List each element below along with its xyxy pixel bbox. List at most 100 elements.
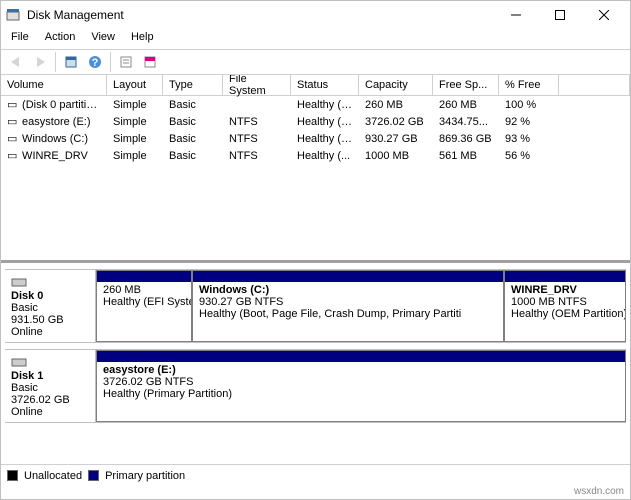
action-button[interactable] (139, 51, 161, 73)
menu-file[interactable]: File (3, 29, 37, 49)
cell: 3434.75... (433, 115, 499, 129)
graphical-view: Disk 0Basic931.50 GBOnline260 MBHealthy … (1, 260, 630, 460)
maximize-button[interactable] (538, 1, 582, 29)
cell: 869.36 GB (433, 132, 499, 146)
cell: 3726.02 GB (359, 115, 433, 129)
partition-status: Healthy (Boot, Page File, Crash Dump, Pr… (199, 308, 497, 320)
cell: 561 MB (433, 149, 499, 163)
cell: ▭ easystore (E:) (1, 114, 107, 129)
column-header[interactable]: File System (223, 75, 291, 95)
table-row[interactable]: ▭ WINRE_DRVSimpleBasicNTFSHealthy (...10… (1, 147, 630, 164)
column-header[interactable]: Status (291, 75, 359, 95)
forward-button[interactable] (29, 51, 51, 73)
close-button[interactable] (582, 1, 626, 29)
disk-row: Disk 0Basic931.50 GBOnline260 MBHealthy … (5, 269, 626, 343)
cell: 92 % (499, 115, 559, 129)
cell: Healthy (B... (291, 132, 359, 146)
swatch-primary (88, 470, 99, 481)
window-title: Disk Management (27, 8, 494, 22)
partition[interactable]: Windows (C:)930.27 GB NTFSHealthy (Boot,… (192, 270, 504, 342)
disk-header[interactable]: Disk 1Basic3726.02 GBOnline (5, 350, 96, 422)
disk-header[interactable]: Disk 0Basic931.50 GBOnline (5, 270, 96, 342)
cell: ▭ Windows (C:) (1, 131, 107, 146)
disk-type: Basic (11, 302, 89, 314)
disk-name: Disk 0 (11, 290, 89, 302)
menubar: File Action View Help (1, 29, 630, 49)
separator (55, 52, 56, 72)
help-button[interactable]: ? (84, 51, 106, 73)
cell: 260 MB (433, 98, 499, 112)
disk-size: 3726.02 GB (11, 394, 89, 406)
column-header[interactable]: % Free (499, 75, 559, 95)
svg-text:?: ? (92, 57, 99, 69)
disk-row: Disk 1Basic3726.02 GBOnlineeasystore (E:… (5, 349, 626, 423)
column-header[interactable]: Layout (107, 75, 163, 95)
partition-label: easystore (E:) (103, 364, 619, 376)
cell (223, 104, 291, 106)
partition[interactable]: 260 MBHealthy (EFI System (96, 270, 192, 342)
table-row[interactable]: ▭ (Disk 0 partition 1)SimpleBasicHealthy… (1, 96, 630, 113)
column-header[interactable]: Free Sp... (433, 75, 499, 95)
disk-size: 931.50 GB (11, 314, 89, 326)
cell: NTFS (223, 132, 291, 146)
column-header-spacer (559, 75, 630, 95)
menu-help[interactable]: Help (123, 29, 162, 49)
disk-state: Online (11, 326, 89, 338)
column-header[interactable]: Capacity (359, 75, 433, 95)
table-header: VolumeLayoutTypeFile SystemStatusCapacit… (1, 75, 630, 96)
partition-status: Healthy (EFI System (103, 296, 185, 308)
cell: NTFS (223, 115, 291, 129)
cell: 260 MB (359, 98, 433, 112)
cell: 100 % (499, 98, 559, 112)
menu-view[interactable]: View (83, 29, 123, 49)
swatch-unallocated (7, 470, 18, 481)
cell: Simple (107, 132, 163, 146)
partition-bar (193, 271, 503, 282)
cell: Simple (107, 149, 163, 163)
app-icon (5, 7, 21, 23)
partition-label: Windows (C:) (199, 284, 497, 296)
table-row[interactable]: ▭ easystore (E:)SimpleBasicNTFSHealthy (… (1, 113, 630, 130)
cell: ▭ WINRE_DRV (1, 148, 107, 163)
partition-size: 3726.02 GB NTFS (103, 376, 619, 388)
cell: NTFS (223, 149, 291, 163)
partition-size: 930.27 GB NTFS (199, 296, 497, 308)
volume-table: VolumeLayoutTypeFile SystemStatusCapacit… (1, 75, 630, 260)
disk-state: Online (11, 406, 89, 418)
legend-label: Unallocated (24, 470, 82, 482)
refresh-button[interactable] (60, 51, 82, 73)
cell: 56 % (499, 149, 559, 163)
partition-status: Healthy (OEM Partition) (511, 308, 619, 320)
cell: 930.27 GB (359, 132, 433, 146)
minimize-button[interactable] (494, 1, 538, 29)
titlebar: Disk Management (1, 1, 630, 29)
disk-body: easystore (E:)3726.02 GB NTFSHealthy (Pr… (96, 350, 626, 422)
legend: Unallocated Primary partition (1, 464, 630, 486)
disk-name: Disk 1 (11, 370, 89, 382)
partition-bar (505, 271, 625, 282)
cell: Healthy (... (291, 149, 359, 163)
cell: Healthy (P... (291, 115, 359, 129)
partition-size: 1000 MB NTFS (511, 296, 619, 308)
partition[interactable]: WINRE_DRV1000 MB NTFSHealthy (OEM Partit… (504, 270, 626, 342)
partition-bar (97, 271, 191, 282)
cell: Basic (163, 149, 223, 163)
watermark: wsxdn.com (1, 486, 630, 499)
legend-label: Primary partition (105, 470, 185, 482)
cell: Basic (163, 115, 223, 129)
column-header[interactable]: Type (163, 75, 223, 95)
cell: Simple (107, 98, 163, 112)
cell: Healthy (E... (291, 98, 359, 112)
cell: Simple (107, 115, 163, 129)
partition[interactable]: easystore (E:)3726.02 GB NTFSHealthy (Pr… (96, 350, 626, 422)
column-header[interactable]: Volume (1, 75, 107, 95)
separator (110, 52, 111, 72)
partition-status: Healthy (Primary Partition) (103, 388, 619, 400)
cell: Basic (163, 98, 223, 112)
table-row[interactable]: ▭ Windows (C:)SimpleBasicNTFSHealthy (B.… (1, 130, 630, 147)
back-button[interactable] (5, 51, 27, 73)
settings-button[interactable] (115, 51, 137, 73)
cell: 93 % (499, 132, 559, 146)
disk-type: Basic (11, 382, 89, 394)
menu-action[interactable]: Action (37, 29, 84, 49)
